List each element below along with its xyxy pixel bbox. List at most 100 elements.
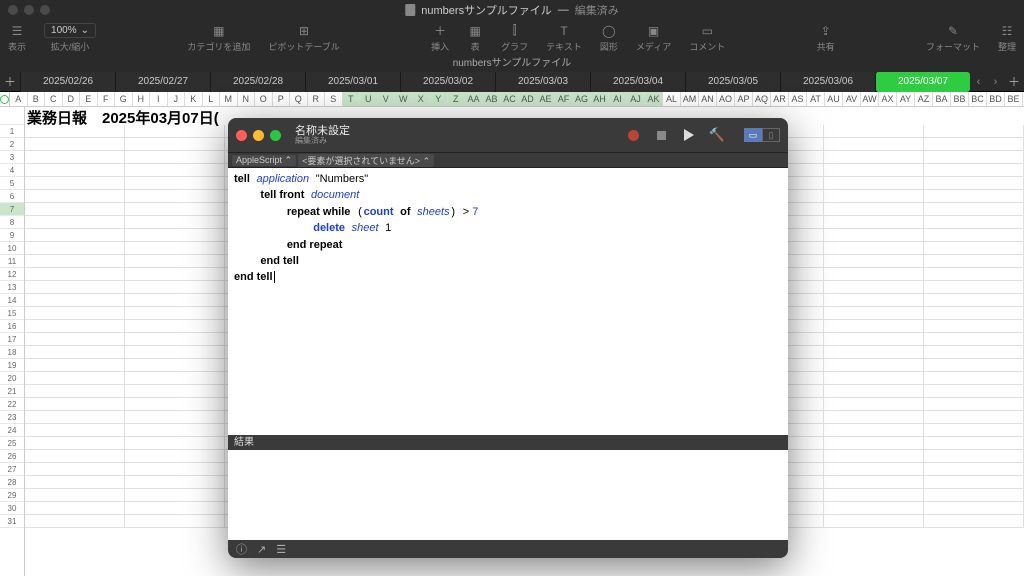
text-button[interactable]: Tテキスト bbox=[546, 24, 582, 53]
column-header[interactable]: AM bbox=[681, 92, 699, 106]
cell[interactable] bbox=[125, 372, 225, 385]
cell[interactable] bbox=[924, 229, 1024, 242]
column-header[interactable]: P bbox=[273, 92, 291, 106]
cell[interactable] bbox=[824, 372, 924, 385]
column-header[interactable]: BE bbox=[1005, 92, 1023, 106]
cell[interactable] bbox=[125, 385, 225, 398]
cell[interactable] bbox=[824, 216, 924, 229]
cell[interactable] bbox=[25, 437, 125, 450]
language-selector[interactable]: AppleScript ⌃ bbox=[232, 155, 296, 166]
cell[interactable] bbox=[25, 307, 125, 320]
cell[interactable] bbox=[25, 151, 125, 164]
cell[interactable] bbox=[824, 177, 924, 190]
cell[interactable] bbox=[125, 255, 225, 268]
cell[interactable] bbox=[824, 411, 924, 424]
column-header[interactable]: Y bbox=[430, 92, 448, 106]
cell[interactable] bbox=[924, 125, 1024, 138]
column-header[interactable]: AU bbox=[825, 92, 843, 106]
add-sheet-button[interactable]: ＋ bbox=[0, 73, 20, 90]
cell[interactable] bbox=[824, 255, 924, 268]
cell[interactable] bbox=[924, 411, 1024, 424]
column-header[interactable]: AV bbox=[843, 92, 861, 106]
cell[interactable] bbox=[824, 489, 924, 502]
row-header[interactable]: 30 bbox=[0, 502, 24, 515]
chevron-right-icon[interactable]: › bbox=[994, 76, 998, 88]
column-header[interactable]: AI bbox=[609, 92, 627, 106]
row-header[interactable]: 16 bbox=[0, 320, 24, 333]
cell[interactable] bbox=[924, 476, 1024, 489]
sheet-tab[interactable]: 2025/03/02 bbox=[400, 72, 495, 92]
row-header[interactable]: 5 bbox=[0, 177, 24, 190]
cell[interactable] bbox=[125, 502, 225, 515]
column-header[interactable]: AB bbox=[483, 92, 501, 106]
row-header[interactable]: 18 bbox=[0, 346, 24, 359]
cell[interactable] bbox=[125, 281, 225, 294]
column-header[interactable]: N bbox=[238, 92, 256, 106]
column-header[interactable]: AA bbox=[465, 92, 483, 106]
cell[interactable] bbox=[25, 294, 125, 307]
organize-button[interactable]: ☷整理 bbox=[998, 24, 1016, 53]
cell[interactable] bbox=[125, 489, 225, 502]
column-header[interactable]: AE bbox=[537, 92, 555, 106]
cell[interactable] bbox=[125, 203, 225, 216]
cell[interactable] bbox=[824, 125, 924, 138]
cell[interactable] bbox=[125, 359, 225, 372]
run-button[interactable] bbox=[682, 128, 696, 142]
cell[interactable] bbox=[125, 450, 225, 463]
cell[interactable] bbox=[25, 281, 125, 294]
cell[interactable] bbox=[924, 489, 1024, 502]
cell[interactable] bbox=[125, 268, 225, 281]
minimize-icon[interactable] bbox=[253, 130, 264, 141]
column-header[interactable]: AR bbox=[771, 92, 789, 106]
cell[interactable] bbox=[824, 229, 924, 242]
cell[interactable] bbox=[924, 450, 1024, 463]
row-header[interactable]: 20 bbox=[0, 372, 24, 385]
cell[interactable] bbox=[125, 307, 225, 320]
row-header[interactable]: 23 bbox=[0, 411, 24, 424]
cell[interactable] bbox=[824, 242, 924, 255]
column-header[interactable]: I bbox=[150, 92, 168, 106]
column-header[interactable]: AD bbox=[519, 92, 537, 106]
row-header[interactable]: 3 bbox=[0, 151, 24, 164]
table-button[interactable]: ▦表 bbox=[467, 24, 483, 53]
close-icon[interactable] bbox=[8, 5, 18, 15]
row-header[interactable]: 1 bbox=[0, 125, 24, 138]
column-header[interactable]: AJ bbox=[627, 92, 645, 106]
cell[interactable] bbox=[824, 320, 924, 333]
view-menu[interactable]: ☰ 表示 bbox=[8, 24, 26, 53]
comment-button[interactable]: ▭コメント bbox=[689, 24, 725, 53]
cell[interactable] bbox=[125, 411, 225, 424]
cell[interactable] bbox=[824, 502, 924, 515]
cell[interactable] bbox=[824, 151, 924, 164]
element-selector[interactable]: <要素が選択されていません> ⌃ bbox=[298, 154, 434, 167]
cell[interactable] bbox=[25, 177, 125, 190]
column-header[interactable]: AF bbox=[555, 92, 573, 106]
row-header[interactable]: 27 bbox=[0, 463, 24, 476]
cell[interactable] bbox=[25, 463, 125, 476]
cell[interactable] bbox=[125, 229, 225, 242]
stop-button[interactable] bbox=[654, 128, 668, 142]
cell[interactable] bbox=[824, 437, 924, 450]
column-header[interactable]: H bbox=[133, 92, 151, 106]
cell[interactable] bbox=[25, 424, 125, 437]
tab-nav[interactable]: ‹› bbox=[970, 76, 1004, 88]
cell[interactable] bbox=[25, 385, 125, 398]
maximize-icon[interactable] bbox=[40, 5, 50, 15]
insert-button[interactable]: ＋挿入 bbox=[431, 24, 449, 53]
row-header[interactable]: 14 bbox=[0, 294, 24, 307]
cell[interactable] bbox=[125, 242, 225, 255]
cell[interactable] bbox=[824, 463, 924, 476]
column-header[interactable]: Q bbox=[290, 92, 308, 106]
row-header[interactable]: 21 bbox=[0, 385, 24, 398]
sheet-tab[interactable]: 2025/03/04 bbox=[590, 72, 685, 92]
cell[interactable] bbox=[824, 294, 924, 307]
column-header[interactable]: T bbox=[343, 92, 361, 106]
minimize-icon[interactable] bbox=[24, 5, 34, 15]
row-header[interactable]: 28 bbox=[0, 476, 24, 489]
cell[interactable] bbox=[924, 307, 1024, 320]
cell[interactable] bbox=[25, 190, 125, 203]
cell[interactable] bbox=[924, 203, 1024, 216]
record-button[interactable] bbox=[626, 128, 640, 142]
sheet-tab[interactable]: 2025/03/01 bbox=[305, 72, 400, 92]
cell[interactable] bbox=[924, 268, 1024, 281]
